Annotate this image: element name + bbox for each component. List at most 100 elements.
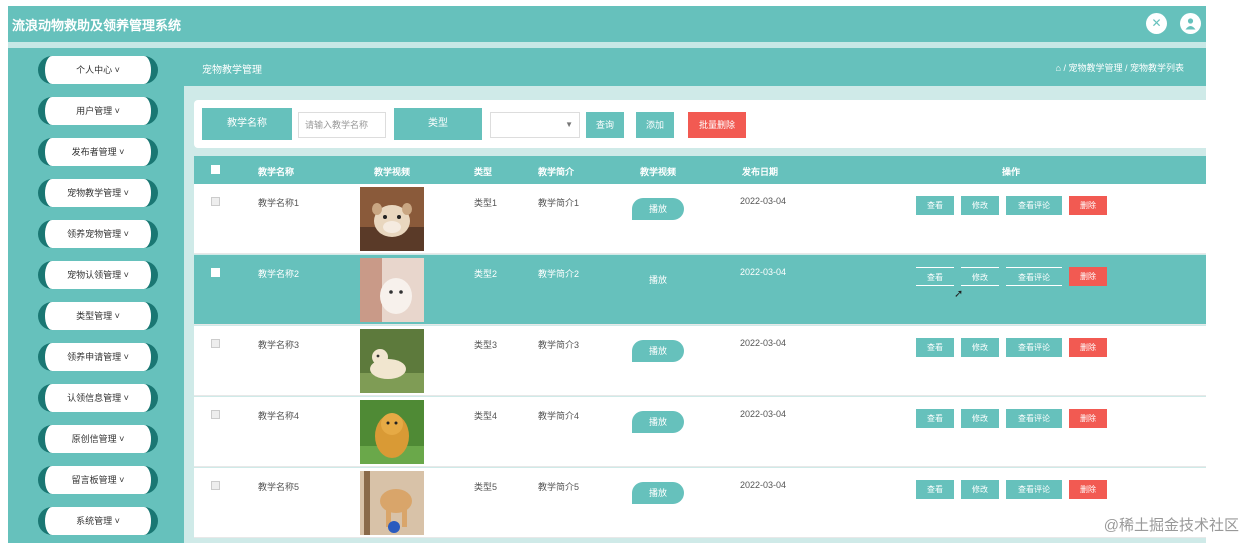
sidebar-item-message-board[interactable]: 留言板管理 ˅ [38, 466, 158, 494]
cell-intro: 教学简介1 [538, 198, 580, 208]
batch-delete-button[interactable]: 批量删除 [688, 112, 746, 138]
view-comments-button[interactable]: 查看评论 [1006, 409, 1062, 428]
sidebar-item-adoption-pets[interactable]: 领养宠物管理 ˅ [38, 220, 158, 248]
delete-button[interactable]: 删除 [1069, 409, 1107, 428]
search-button[interactable]: 查询 [586, 112, 624, 138]
page-title: 宠物教学管理 [202, 65, 262, 76]
table-row[interactable]: 教学名称4 类型4 教学简介4 播放 2022-03-04 查看 修改 查看评论… [194, 397, 1206, 467]
col-header-intro: 教学简介 [538, 167, 575, 177]
play-button[interactable]: 播放 [632, 269, 684, 291]
cell-type: 类型3 [474, 340, 498, 350]
edit-button[interactable]: 修改 [961, 267, 999, 286]
view-comments-button[interactable]: 查看评论 [1006, 480, 1062, 499]
sidebar: 个人中心 ˅ 用户管理 ˅ 发布者管理 ˅ 宠物教学管理 ˅ 领养宠物管理 ˅ … [8, 48, 184, 543]
user-icon[interactable] [1180, 13, 1201, 34]
play-button[interactable]: 播放 [632, 340, 684, 362]
col-header-actions: 操作 [1002, 167, 1021, 177]
cell-date: 2022-03-04 [740, 338, 787, 348]
pet-image-bulldog [360, 187, 424, 251]
view-comments-button[interactable]: 查看评论 [1006, 267, 1062, 286]
sidebar-item-personal-center[interactable]: 个人中心 ˅ [38, 56, 158, 84]
cell-date: 2022-03-04 [740, 267, 787, 277]
sidebar-item-types[interactable]: 类型管理 ˅ [38, 302, 158, 330]
view-button[interactable]: 查看 [916, 196, 954, 215]
table-row[interactable]: 教学名称3 类型3 教学简介3 播放 2022-03-04 查看 修改 查看评论… [194, 326, 1206, 396]
cell-name: 教学名称1 [258, 198, 300, 208]
col-header-video: 教学视频 [374, 167, 411, 177]
play-button[interactable]: 播放 [632, 482, 684, 504]
edit-button[interactable]: 修改 [961, 480, 999, 499]
sidebar-item-system[interactable]: 系统管理 ˅ [38, 507, 158, 535]
watermark: @稀土掘金技术社区 [1103, 517, 1239, 534]
play-button[interactable]: 播放 [632, 411, 684, 433]
view-button[interactable]: 查看 [916, 480, 954, 499]
table-row[interactable]: 教学名称2 类型2 教学简介2 播放 2022-03-04 查看 修改 查看评论… [194, 255, 1206, 325]
row-checkbox[interactable] [211, 481, 220, 490]
edit-button[interactable]: 修改 [961, 338, 999, 357]
delete-button[interactable]: 删除 [1069, 267, 1107, 286]
row-checkbox[interactable] [211, 268, 220, 277]
mouse-cursor-icon: ➚ [954, 288, 964, 300]
cell-intro: 教学简介3 [538, 340, 580, 350]
sidebar-item-pet-claim[interactable]: 宠物认领管理 ˅ [38, 261, 158, 289]
view-comments-button[interactable]: 查看评论 [1006, 196, 1062, 215]
delete-button[interactable]: 删除 [1069, 480, 1107, 499]
cell-date: 2022-03-04 [740, 480, 787, 490]
title-bar: 宠物教学管理 ⌂ / 宠物教学管理 / 宠物教学列表 [184, 48, 1206, 86]
play-button[interactable]: 播放 [632, 198, 684, 220]
filter-bar: 教学名称 请输入教学名称 类型 ▼ 查询 添加 批量删除 [194, 100, 1206, 148]
cell-intro: 教学简介2 [538, 269, 580, 279]
type-select[interactable]: ▼ [490, 112, 580, 138]
edit-button[interactable]: 修改 [961, 409, 999, 428]
breadcrumb[interactable]: ⌂ / 宠物教学管理 / 宠物教学列表 [1056, 61, 1184, 74]
sidebar-item-pet-teaching[interactable]: 宠物教学管理 ˅ [38, 179, 158, 207]
pet-image-labrador [360, 329, 424, 393]
view-button[interactable]: 查看 [916, 267, 954, 286]
table-row[interactable]: 教学名称5 类型5 教学简介5 播放 2022-03-04 查看 修改 查看评论… [194, 468, 1206, 538]
view-comments-button[interactable]: 查看评论 [1006, 338, 1062, 357]
close-icon[interactable]: ✕ [1146, 13, 1167, 34]
cell-intro: 教学简介4 [538, 411, 580, 421]
pet-image-chowchow [360, 400, 424, 464]
view-button[interactable]: 查看 [916, 338, 954, 357]
pet-image-dog-with-ball [360, 471, 424, 535]
col-header-video-play: 教学视频 [640, 167, 677, 177]
view-button[interactable]: 查看 [916, 409, 954, 428]
cell-type: 类型1 [474, 198, 498, 208]
sidebar-item-claim-info[interactable]: 认领信息管理 ˅ [38, 384, 158, 412]
app-title: 流浪动物救助及领养管理系统 [12, 18, 182, 33]
add-button[interactable]: 添加 [636, 112, 674, 138]
delete-button[interactable]: 删除 [1069, 338, 1107, 357]
row-checkbox[interactable] [211, 197, 220, 206]
cell-date: 2022-03-04 [740, 196, 787, 206]
name-search-input[interactable]: 请输入教学名称 [298, 112, 386, 138]
cell-name: 教学名称3 [258, 340, 300, 350]
cell-type: 类型5 [474, 482, 498, 492]
col-header-name: 教学名称 [258, 167, 295, 177]
cell-type: 类型4 [474, 411, 498, 421]
col-header-date: 发布日期 [742, 167, 779, 177]
cell-type: 类型2 [474, 269, 498, 279]
row-checkbox[interactable] [211, 339, 220, 348]
chevron-down-icon: ▼ [565, 120, 573, 129]
sidebar-item-adoption-applications[interactable]: 领养申请管理 ˅ [38, 343, 158, 371]
cell-date: 2022-03-04 [740, 409, 787, 419]
sidebar-item-original-info[interactable]: 原创信管理 ˅ [38, 425, 158, 453]
name-filter-label: 教学名称 [202, 108, 292, 140]
type-filter-label: 类型 [394, 108, 482, 140]
table-row[interactable]: 教学名称1 类型1 教学简介1 播放 2022-03-04 查看 修改 查看评论… [194, 184, 1206, 254]
cell-name: 教学名称4 [258, 411, 300, 421]
cell-name: 教学名称5 [258, 482, 300, 492]
top-bar: 流浪动物救助及领养管理系统 ✕ [8, 6, 1206, 42]
col-header-type: 类型 [474, 167, 493, 177]
select-all-checkbox[interactable] [211, 165, 220, 174]
cell-intro: 教学简介5 [538, 482, 580, 492]
row-checkbox[interactable] [211, 410, 220, 419]
sidebar-item-users[interactable]: 用户管理 ˅ [38, 97, 158, 125]
edit-button[interactable]: 修改 [961, 196, 999, 215]
main-content: 宠物教学管理 ⌂ / 宠物教学管理 / 宠物教学列表 教学名称 请输入教学名称 … [184, 48, 1206, 543]
pet-image-white-puppy [360, 258, 424, 322]
cell-name: 教学名称2 [258, 269, 300, 279]
sidebar-item-publishers[interactable]: 发布者管理 ˅ [38, 138, 158, 166]
delete-button[interactable]: 删除 [1069, 196, 1107, 215]
